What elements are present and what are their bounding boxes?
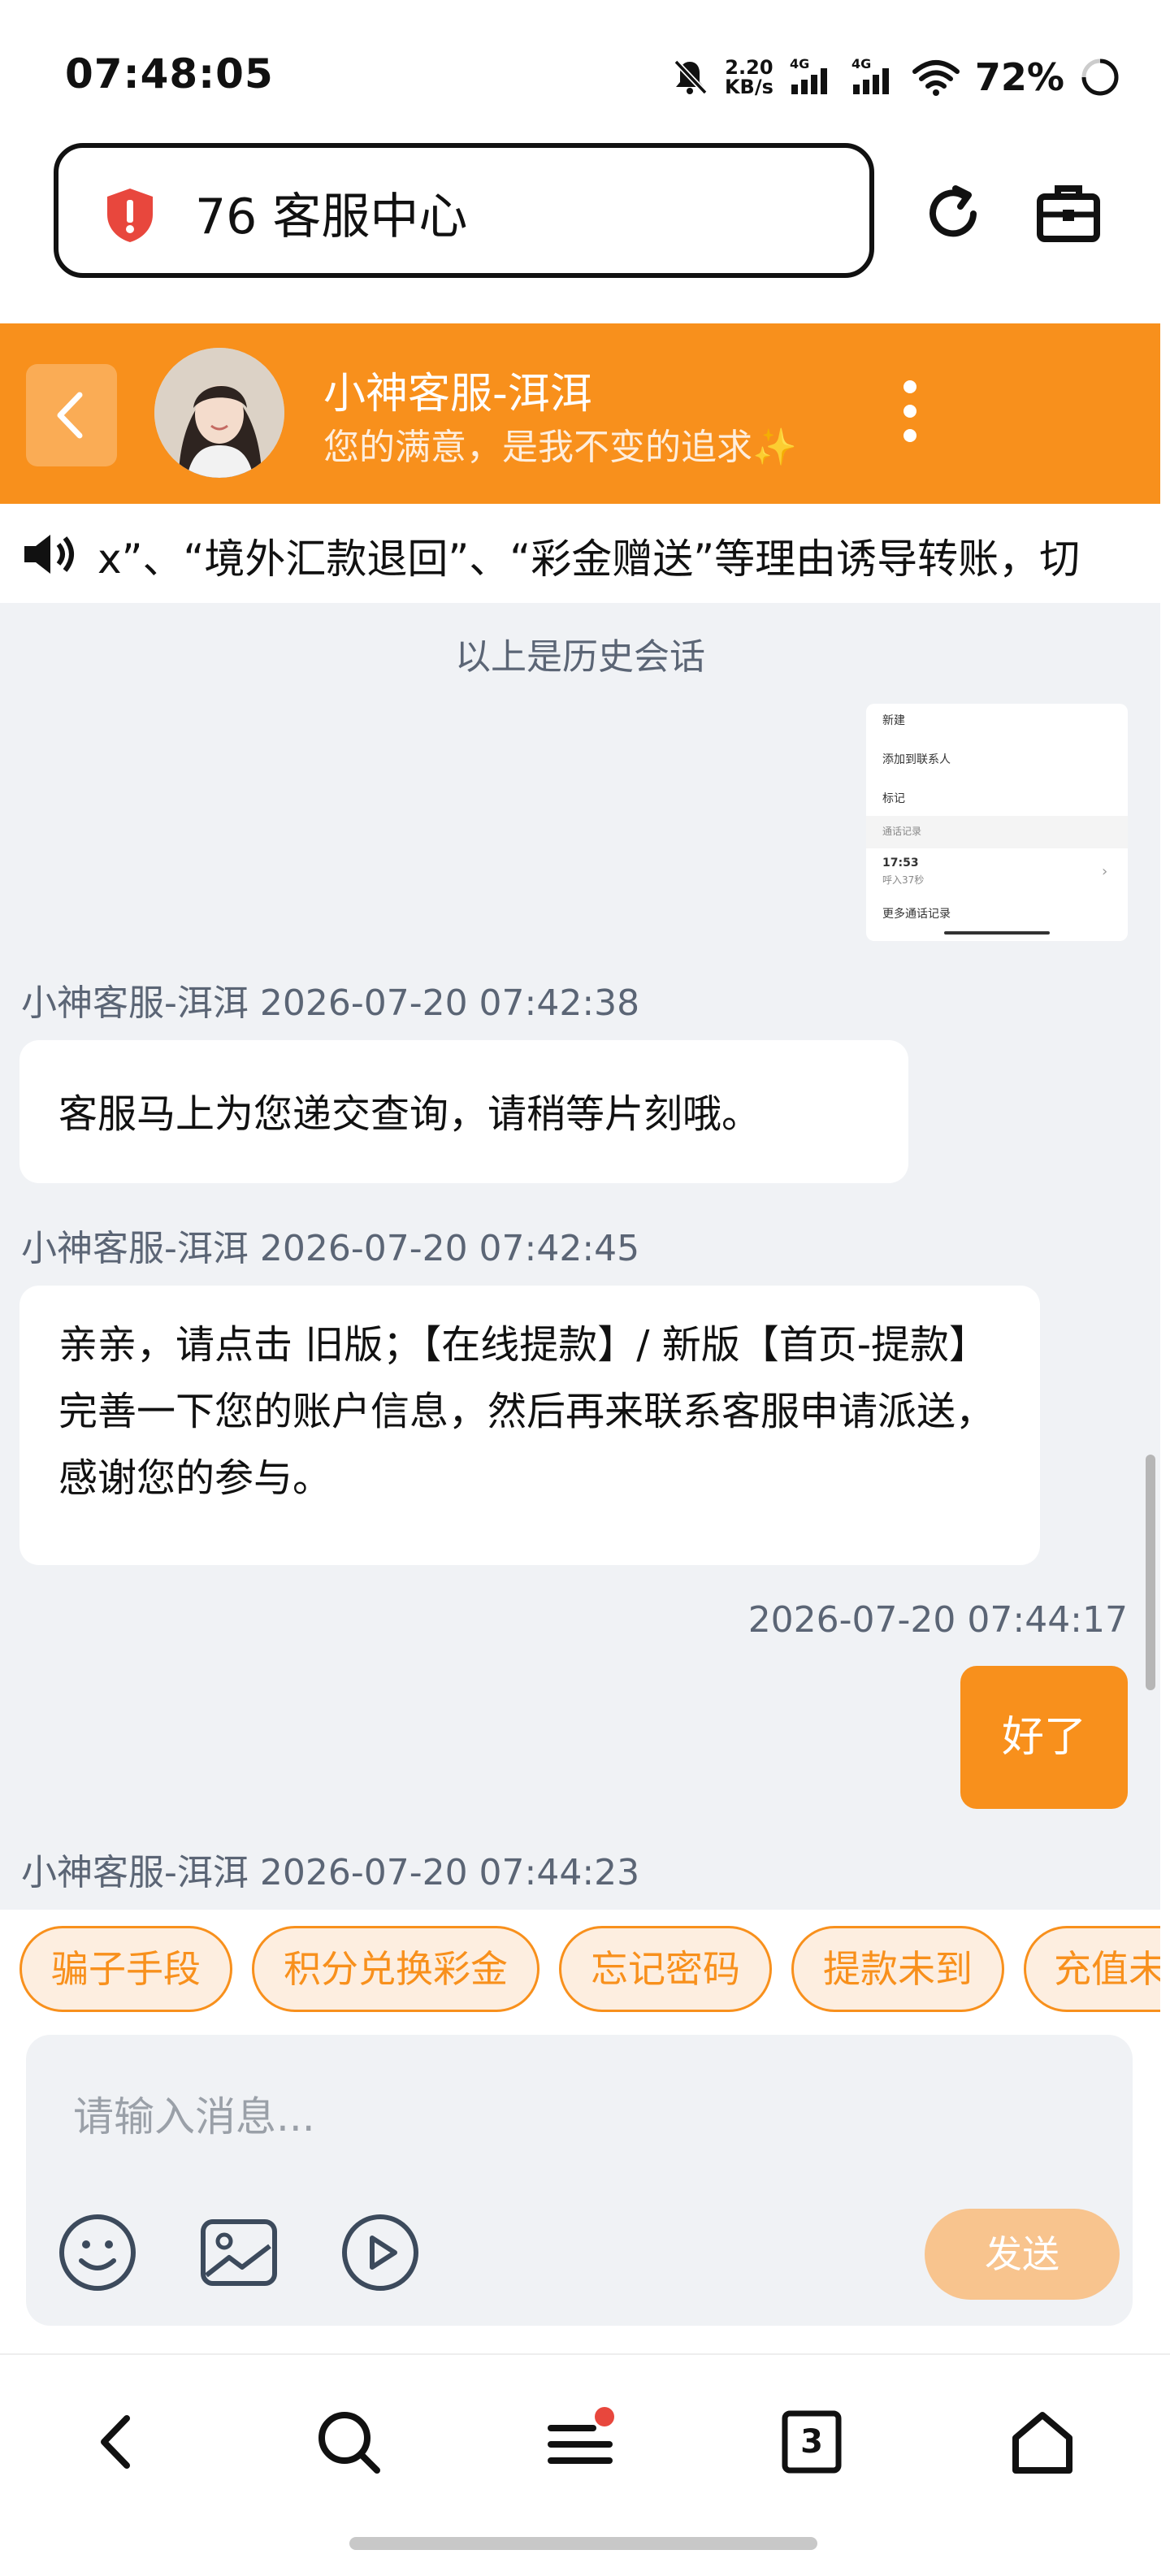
emoji-icon[interactable]	[55, 2210, 140, 2295]
more-options-button[interactable]	[894, 380, 926, 445]
signal2-label: 4G	[852, 57, 871, 72]
avatar-illustration	[154, 348, 284, 478]
chevron-left-icon	[57, 392, 83, 439]
search-icon[interactable]	[312, 2405, 385, 2478]
quick-reply-chip[interactable]: 提款未到	[791, 1926, 1004, 2012]
message-input[interactable]	[72, 2084, 1050, 2150]
status-time: 07:48:05	[65, 50, 274, 98]
thumb-item: 17:53	[882, 856, 919, 870]
signal-icon-2: 4G	[852, 57, 889, 94]
net-speed-unit: KB/s	[724, 76, 774, 98]
notice-bar: x”、“境外汇款退回”、“彩金赠送”等理由诱导转账，切	[0, 504, 1160, 603]
message-composer: 发送	[26, 2035, 1133, 2326]
message-sender: 小神客服-洱洱 2026-07-20 07:42:38	[21, 982, 640, 1024]
reload-icon[interactable]	[916, 177, 990, 250]
home-icon[interactable]	[1006, 2405, 1079, 2478]
speaker-icon	[24, 535, 74, 574]
message-bubble: 亲亲，请点击 旧版；【在线提款】/ 新版【首页-提款】完善一下您的账户信息，然后…	[20, 1286, 1040, 1565]
back-button[interactable]	[26, 364, 117, 466]
agent-name: 小神客服-洱洱	[323, 370, 592, 418]
net-speed-value: 2.20	[725, 56, 774, 79]
security-warning-icon[interactable]	[104, 187, 156, 244]
wifi-icon	[912, 60, 960, 96]
thumb-item: 更多通话记录	[882, 908, 951, 921]
my-message-bubble: 好了	[960, 1666, 1128, 1809]
status-bar: 07:48:05 2.20 KB/s 4G 4G 72%	[0, 0, 1170, 146]
agent-tagline: 您的满意，是我不变的追求✨	[323, 427, 797, 468]
message-time: 2026-07-20 07:44:17	[748, 1599, 1128, 1641]
notice-text: x”、“境外汇款退回”、“彩金赠送”等理由诱导转账，切	[98, 536, 1081, 583]
more-dot-icon	[904, 380, 916, 393]
battery-ring-icon	[1081, 59, 1119, 96]
battery-percent: 72%	[974, 55, 1064, 99]
quick-reply-chip[interactable]: 忘记密码	[559, 1926, 772, 2012]
video-upload-icon[interactable]	[338, 2210, 422, 2295]
message-sender: 小神客服-洱洱 2026-07-20 07:44:23	[21, 1852, 640, 1893]
thumb-item: 通话记录	[882, 826, 922, 837]
home-indicator[interactable]	[349, 2537, 817, 2550]
quick-reply-chip[interactable]: 充值未	[1024, 1926, 1160, 2012]
quick-reply-bar: 骗子手段 积分兑换彩金 忘记密码 提款未到 充值未	[0, 1910, 1160, 2012]
send-button[interactable]: 发送	[925, 2209, 1120, 2300]
thumb-item: 呼入37秒	[882, 874, 925, 886]
menu-icon[interactable]	[544, 2405, 618, 2478]
agent-avatar[interactable]	[154, 348, 284, 478]
status-icons: 2.20 KB/s 4G 4G 72%	[670, 49, 1121, 106]
message-sender: 小神客服-洱洱 2026-07-20 07:42:45	[21, 1228, 640, 1269]
signal1-label: 4G	[790, 57, 809, 72]
image-message-thumbnail[interactable]: 新建 添加到联系人 标记 通话记录 17:53 呼入37秒 › 更多通话记录	[866, 704, 1128, 941]
history-label: 以上是历史会话	[455, 636, 705, 678]
chat-scrollbar[interactable]	[1146, 1455, 1155, 1690]
chat-messages[interactable]: 以上是历史会话 新建 添加到联系人 标记 通话记录 17:53 呼入37秒 › …	[0, 603, 1160, 1910]
signal-icon: 4G	[790, 57, 827, 94]
address-bar[interactable]: 76 客服中心	[54, 143, 874, 278]
tabs-button[interactable]: 3	[775, 2405, 848, 2478]
image-upload-icon[interactable]	[197, 2210, 281, 2295]
quick-reply-chip[interactable]: 骗子手段	[20, 1926, 232, 2012]
bell-muted-icon	[674, 59, 708, 95]
page-title: 76 客服中心	[195, 189, 468, 245]
toolbox-icon[interactable]	[1032, 177, 1105, 250]
nav-back-icon[interactable]	[81, 2405, 154, 2478]
thumb-item: 添加到联系人	[882, 753, 951, 766]
more-dot-icon	[904, 429, 916, 442]
message-bubble: 客服马上为您递交查询，请稍等片刻哦。	[20, 1040, 908, 1183]
chat-header: 小神客服-洱洱 您的满意，是我不变的追求✨	[0, 323, 1160, 504]
thumb-item: 标记	[882, 792, 905, 805]
chevron-right-icon: ›	[1102, 863, 1108, 880]
net-speed: 2.20 KB/s	[725, 58, 774, 97]
more-dot-icon	[904, 405, 916, 418]
quick-reply-chip[interactable]: 积分兑换彩金	[252, 1926, 540, 2012]
thumb-item: 新建	[882, 714, 905, 727]
tab-count: 3	[800, 2423, 823, 2461]
